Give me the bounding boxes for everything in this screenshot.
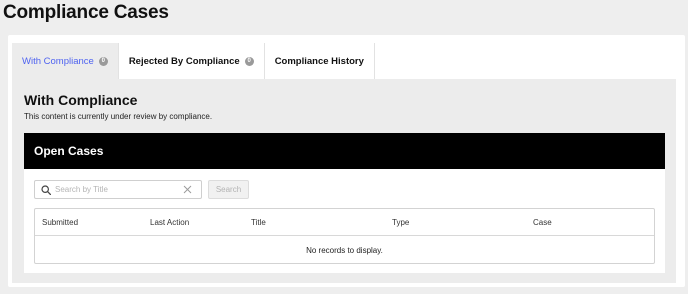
search-button[interactable]: Search xyxy=(208,180,249,199)
tab-label: Compliance History xyxy=(274,55,364,67)
open-cases-card: Open Cases Search Submitted Last Action … xyxy=(24,133,665,273)
table-header: Submitted Last Action Title Type Case xyxy=(35,209,654,236)
column-header-last-action[interactable]: Last Action xyxy=(143,218,244,227)
count-badge: 0 xyxy=(244,56,254,66)
tab-label: With Compliance xyxy=(22,55,94,67)
open-cases-title: Open Cases xyxy=(34,144,104,158)
close-icon[interactable] xyxy=(183,185,192,194)
tab-rejected-by-compliance[interactable]: Rejected By Compliance 0 xyxy=(118,43,265,79)
open-cases-header: Open Cases xyxy=(24,133,665,169)
panel-description: This content is currently under review b… xyxy=(24,112,213,121)
tab-label: Rejected By Compliance xyxy=(128,55,240,67)
panel-heading: With Compliance xyxy=(24,92,138,108)
empty-message: No records to display. xyxy=(306,245,383,255)
column-header-title[interactable]: Title xyxy=(244,218,385,227)
count-badge: 0 xyxy=(98,56,108,66)
tab-bar: With Compliance 0 Rejected By Compliance… xyxy=(12,43,375,79)
search-box xyxy=(34,180,202,199)
column-header-type[interactable]: Type xyxy=(385,218,526,227)
search-input[interactable] xyxy=(55,185,175,194)
tab-with-compliance[interactable]: With Compliance 0 xyxy=(12,43,119,79)
tab-compliance-history[interactable]: Compliance History xyxy=(264,43,375,79)
cases-table: Submitted Last Action Title Type Case No… xyxy=(34,208,655,264)
column-header-submitted[interactable]: Submitted xyxy=(35,218,143,227)
search-icon xyxy=(41,184,51,195)
page-title: Compliance Cases xyxy=(3,2,169,23)
column-header-case[interactable]: Case xyxy=(526,218,654,227)
